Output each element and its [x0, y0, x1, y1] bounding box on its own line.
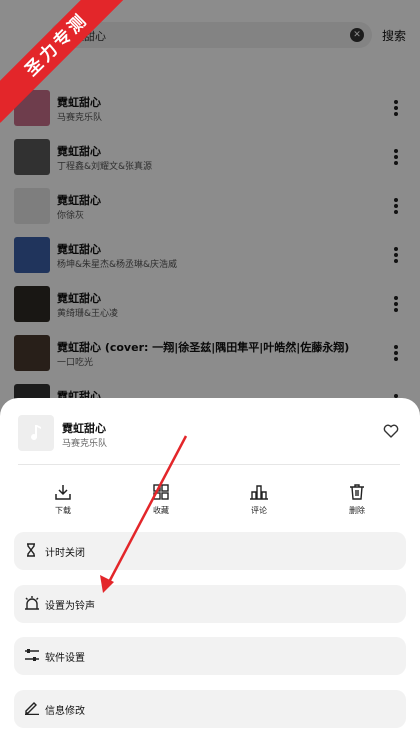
- annotation-arrow: [100, 435, 188, 593]
